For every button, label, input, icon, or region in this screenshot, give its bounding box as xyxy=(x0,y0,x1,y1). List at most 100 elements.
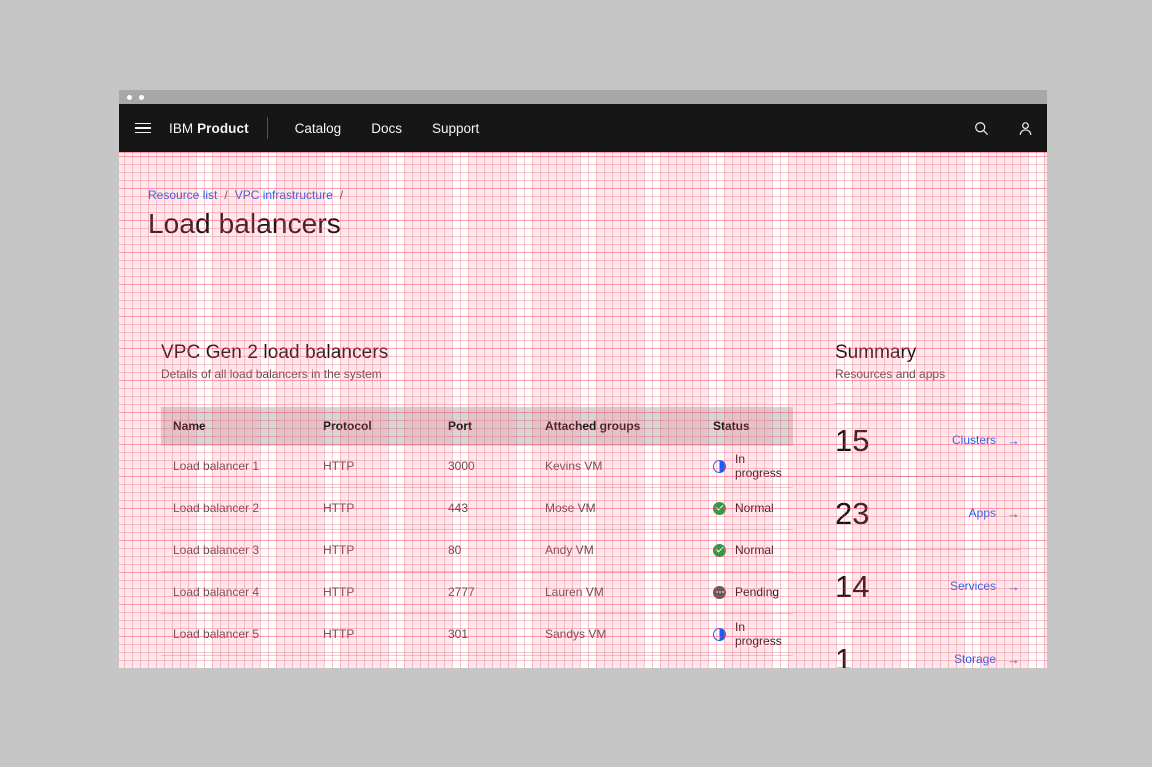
breadcrumb-item-vpc-infrastructure[interactable]: VPC infrastructure xyxy=(235,188,333,202)
items-per-page-control[interactable]: Items per page: 5 ⌄ xyxy=(161,656,295,669)
cell-protocol: HTTP xyxy=(311,445,436,487)
load-balancers-table: Name Protocol Port Attached groups Statu… xyxy=(161,407,793,656)
cell-status: In progress xyxy=(701,613,793,655)
summary-link-label: Clusters xyxy=(952,433,996,447)
page-body: Resource list / VPC infrastructure / Loa… xyxy=(119,152,1047,668)
status-badge: In progress xyxy=(713,452,785,480)
nav-link-support[interactable]: Support xyxy=(417,104,494,152)
breadcrumb-item-resource-list[interactable]: Resource list xyxy=(148,188,217,202)
cell-attached-groups: Sandys VM xyxy=(533,613,701,655)
summary-count: 23 xyxy=(835,498,869,529)
column-header-protocol[interactable]: Protocol xyxy=(311,407,436,445)
item-range-text: 1–5 of 25 items xyxy=(295,656,401,669)
cell-name: Load balancer 2 xyxy=(161,487,311,529)
summary-subtitle: Resources and apps xyxy=(835,367,1020,381)
summary-link[interactable]: Services → xyxy=(950,579,1020,593)
nav-divider xyxy=(267,117,268,139)
nav-actions xyxy=(959,104,1047,152)
table-title: VPC Gen 2 load balancers xyxy=(161,342,793,364)
column-header-port[interactable]: Port xyxy=(436,407,533,445)
cell-protocol: HTTP xyxy=(311,571,436,613)
summary-link[interactable]: Apps → xyxy=(969,506,1020,520)
user-avatar-icon[interactable] xyxy=(1003,104,1047,152)
nav-link-catalog[interactable]: Catalog xyxy=(280,104,357,152)
summary-row: 14 Services → xyxy=(835,549,1020,622)
nav-link-docs[interactable]: Docs xyxy=(356,104,417,152)
cell-port: 443 xyxy=(436,487,533,529)
browser-window: IBM Product Catalog Docs Support xyxy=(119,90,1047,668)
search-icon[interactable] xyxy=(959,104,1003,152)
summary-row: 23 Apps → xyxy=(835,476,1020,549)
page-number-select[interactable]: 1 ⌄ xyxy=(597,656,641,669)
status-normal-icon xyxy=(713,502,726,515)
window-dot-1[interactable] xyxy=(127,95,132,100)
column-header-attached-groups[interactable]: Attached groups xyxy=(533,407,701,445)
status-badge: In progress xyxy=(713,620,785,648)
table-subtitle: Details of all load balancers in the sys… xyxy=(161,367,793,381)
status-label: In progress xyxy=(735,620,785,648)
summary-count: 1 xyxy=(835,644,852,669)
status-inprogress-icon xyxy=(713,628,726,641)
cell-status: In progress xyxy=(701,445,793,487)
top-navigation-bar: IBM Product Catalog Docs Support xyxy=(119,104,1047,152)
status-label: In progress xyxy=(735,452,785,480)
summary-link[interactable]: Storage → xyxy=(954,652,1020,666)
arrow-right-icon: → xyxy=(1007,434,1020,447)
summary-rows: 15 Clusters → 23 Apps → 14 Services → 1 Storage → xyxy=(835,403,1020,668)
summary-link[interactable]: Clusters → xyxy=(952,433,1020,447)
status-badge: Normal xyxy=(713,501,785,515)
cell-protocol: HTTP xyxy=(311,529,436,571)
status-badge: Normal xyxy=(713,543,785,557)
table-row[interactable]: Load balancer 3HTTP80Andy VMNormal xyxy=(161,529,793,571)
arrow-right-icon: → xyxy=(1007,653,1020,666)
next-page-button[interactable] xyxy=(757,656,793,669)
cell-port: 2777 xyxy=(436,571,533,613)
status-badge: Pending xyxy=(713,585,785,599)
status-label: Normal xyxy=(735,501,774,515)
cell-name: Load balancer 5 xyxy=(161,613,311,655)
arrow-right-icon: → xyxy=(1007,507,1020,520)
arrow-right-icon: → xyxy=(1007,580,1020,593)
cell-attached-groups: Lauren VM xyxy=(533,571,701,613)
cell-name: Load balancer 3 xyxy=(161,529,311,571)
status-inprogress-icon xyxy=(713,460,726,473)
page-title: Load balancers xyxy=(148,208,341,240)
cell-status: Normal xyxy=(701,487,793,529)
cell-port: 3000 xyxy=(436,445,533,487)
summary-link-label: Apps xyxy=(969,506,996,520)
cell-status: Pending xyxy=(701,571,793,613)
summary-panel: Summary Resources and apps 15Clusters→23… xyxy=(835,342,1020,668)
table-row[interactable]: Load balancer 2HTTP443Mose VMNormal xyxy=(161,487,793,529)
previous-page-button[interactable] xyxy=(721,656,757,669)
summary-link-label: Services xyxy=(950,579,996,593)
status-pending-icon xyxy=(713,586,726,599)
brand-logo[interactable]: IBM Product xyxy=(167,121,263,136)
cell-protocol: HTTP xyxy=(311,487,436,529)
status-label: Normal xyxy=(735,543,774,557)
table-row[interactable]: Load balancer 5HTTP301Sandys VM In progre… xyxy=(161,613,793,655)
brand-name: Product xyxy=(197,121,249,136)
cell-port: 301 xyxy=(436,613,533,655)
hamburger-menu-icon[interactable] xyxy=(119,104,167,152)
pagination-bar: Items per page: 5 ⌄ 1–5 of 25 items 1 ⌄ … xyxy=(161,656,793,669)
column-header-status[interactable]: Status xyxy=(701,407,793,445)
cell-protocol: HTTP xyxy=(311,613,436,655)
table-header-row: Name Protocol Port Attached groups Statu… xyxy=(161,407,793,445)
breadcrumb-separator-1: / xyxy=(224,188,227,202)
table-header: Name Protocol Port Attached groups Statu… xyxy=(161,407,793,445)
table-row[interactable]: Load balancer 4HTTP2777Lauren VMPending xyxy=(161,571,793,613)
brand-prefix: IBM xyxy=(169,121,193,136)
load-balancers-table-section: VPC Gen 2 load balancers Details of all … xyxy=(161,342,793,668)
status-normal-icon xyxy=(713,544,726,557)
status-label: Pending xyxy=(735,585,779,599)
table-row[interactable]: Load balancer 1HTTP3000Kevins VMIn progr… xyxy=(161,445,793,487)
cell-attached-groups: Andy VM xyxy=(533,529,701,571)
window-titlebar xyxy=(119,90,1047,104)
summary-link-label: Storage xyxy=(954,652,996,666)
cell-name: Load balancer 1 xyxy=(161,445,311,487)
window-dot-2[interactable] xyxy=(139,95,144,100)
summary-count: 15 xyxy=(835,425,869,456)
column-header-name[interactable]: Name xyxy=(161,407,311,445)
breadcrumb: Resource list / VPC infrastructure / xyxy=(148,188,343,202)
summary-count: 14 xyxy=(835,571,869,602)
